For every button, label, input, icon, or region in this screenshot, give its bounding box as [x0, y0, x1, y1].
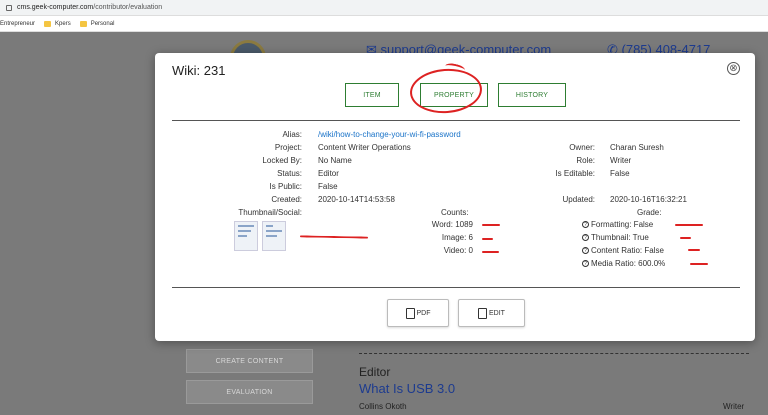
created-value: 2020-10-14T14:53:58	[318, 195, 395, 204]
red-annotation-underline	[482, 238, 493, 240]
divider-top	[172, 120, 740, 121]
locked-by-value: No Name	[318, 156, 352, 165]
lock-icon	[6, 4, 12, 11]
bookmark-label: Entrepreneur	[0, 20, 36, 27]
edit-button[interactable]: EDIT	[458, 299, 525, 327]
red-annotation-underline	[680, 237, 691, 239]
updated-label: Updated:	[562, 195, 595, 204]
list-item-author: Collins Okoth	[359, 402, 407, 411]
thumbnail-label: Thumbnail/Social:	[238, 208, 302, 217]
create-content-button[interactable]: CREATE CONTENT	[186, 349, 313, 373]
thumbnail-page	[262, 221, 286, 251]
divider-bottom	[172, 287, 740, 288]
owner-value: Charan Suresh	[610, 143, 664, 152]
word-count: Word: 1089	[431, 220, 473, 229]
tab-property[interactable]: PROPERTY	[420, 83, 488, 107]
grade-heading: Grade:	[637, 208, 662, 217]
created-label: Created:	[271, 195, 302, 204]
project-value: Content Writer Operations	[318, 143, 411, 152]
modal-title: Wiki: 231	[172, 63, 226, 78]
pdf-icon	[405, 307, 415, 319]
is-public-value: False	[318, 182, 338, 191]
pdf-button[interactable]: PDF	[387, 299, 449, 327]
bookmark-entrepreneur[interactable]: Entrepreneur	[0, 21, 35, 27]
url-path: /contributor/evaluation	[93, 4, 163, 11]
counts-heading: Counts:	[441, 208, 469, 217]
help-icon[interactable]: ?	[582, 260, 589, 268]
image-count: Image: 6	[441, 233, 473, 242]
tab-history[interactable]: HISTORY	[498, 83, 566, 107]
grade-media-ratio: ? Media Ratio: 600.0%	[582, 259, 665, 268]
list-divider	[359, 353, 749, 354]
is-editable-value: False	[610, 169, 630, 178]
bookmark-personal[interactable]: Personal	[79, 20, 115, 27]
red-annotation-underline	[690, 263, 708, 265]
alias-link[interactable]: /wiki/how-to-change-your-wi-fi-password	[318, 130, 461, 139]
wiki-property-modal: Wiki: 231 ⊗ ITEM PROPERTY HISTORY Alias:…	[155, 53, 755, 341]
role-value: Writer	[610, 156, 632, 165]
close-icon[interactable]: ⊗	[727, 62, 740, 75]
help-icon[interactable]: ?	[582, 221, 589, 229]
red-annotation-underline	[482, 224, 500, 226]
red-annotation-underline	[688, 249, 700, 251]
bookmark-kpers[interactable]: Kpers	[44, 20, 71, 27]
help-icon[interactable]: ?	[582, 247, 589, 255]
address-bar[interactable]: cms.geek-computer.com/contributor/evalua…	[0, 0, 768, 16]
is-editable-label: Is Editable:	[555, 169, 595, 178]
folder-icon	[79, 20, 87, 27]
help-icon[interactable]: ?	[582, 234, 589, 242]
red-annotation-stroke	[444, 62, 466, 74]
bookmark-label: Personal	[90, 20, 115, 27]
red-annotation-underline	[299, 235, 369, 239]
updated-value: 2020-10-16T16:32:21	[610, 195, 687, 204]
role-label: Role:	[576, 156, 595, 165]
video-count: Video: 0	[443, 246, 473, 255]
alias-label: Alias:	[282, 130, 302, 139]
status-label: Status:	[277, 169, 302, 178]
url-host: cms.geek-computer.com	[17, 4, 94, 11]
grade-content-ratio: ? Content Ratio: False	[582, 246, 664, 255]
locked-by-label: Locked By:	[262, 156, 302, 165]
thumbnail-preview[interactable]	[234, 221, 288, 251]
owner-label: Owner:	[569, 143, 595, 152]
evaluation-button[interactable]: EVALUATION	[186, 380, 313, 404]
list-item-author-role: Writer	[723, 402, 745, 411]
bookmark-label: Kpers	[55, 20, 71, 27]
red-annotation-underline	[675, 224, 703, 226]
list-role: Editor	[359, 365, 391, 379]
folder-icon	[44, 20, 52, 27]
grade-formatting: ? Formatting: False	[582, 220, 653, 229]
project-label: Project:	[274, 143, 302, 152]
list-item-title[interactable]: What Is USB 3.0	[359, 381, 455, 396]
status-value: Editor	[318, 169, 339, 178]
grade-thumbnail: ? Thumbnail: True	[582, 233, 649, 242]
save-icon	[478, 307, 488, 319]
red-annotation-underline	[482, 251, 499, 253]
is-public-label: Is Public:	[269, 182, 302, 191]
bookmarks-bar: Entrepreneur Kpers Personal	[0, 16, 768, 32]
thumbnail-page	[234, 221, 258, 251]
tab-item[interactable]: ITEM	[345, 83, 399, 107]
